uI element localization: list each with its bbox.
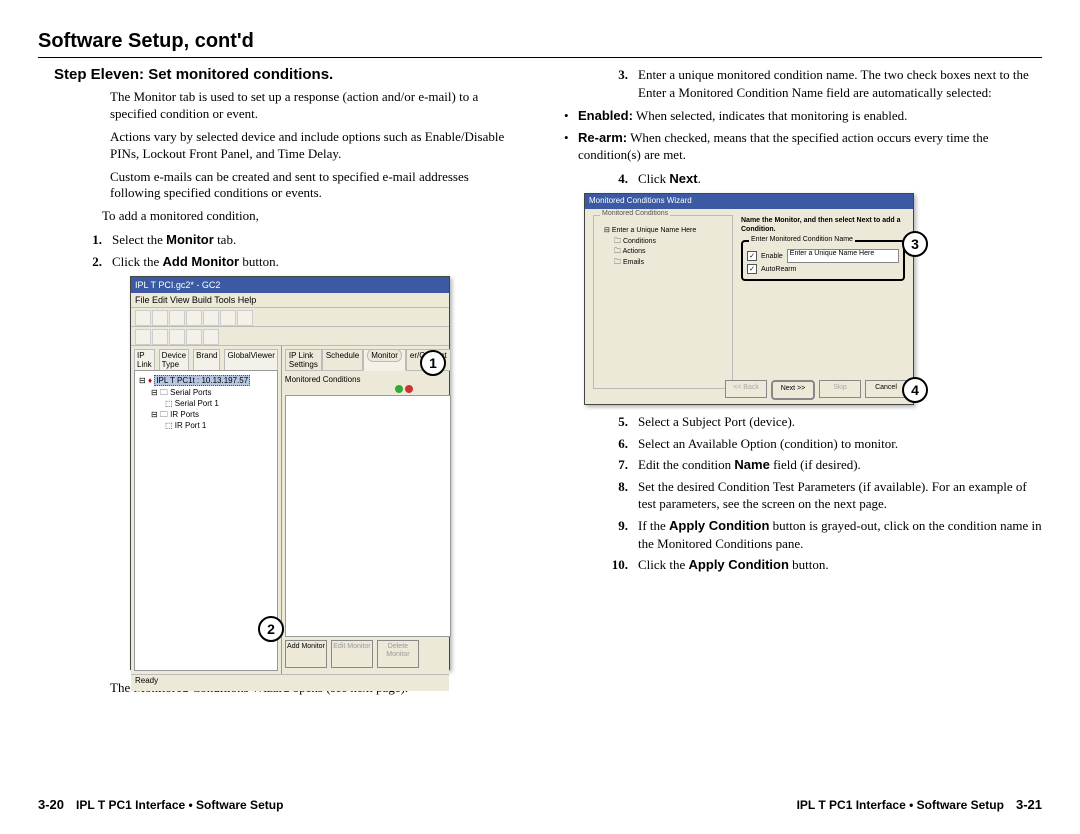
menu-bar: File Edit View Build Tools Help (131, 293, 449, 308)
list-item: 7.Edit the condition Name field (if desi… (564, 456, 1042, 474)
screenshot-1: IPL T PCI.gc2* - GC2 File Edit View Buil… (38, 276, 516, 670)
list-item: 4. Click Next. (564, 170, 1042, 188)
title-rule (38, 57, 1042, 58)
rearm-checkbox[interactable]: ✓ (747, 264, 757, 274)
skip-button: Skip (819, 380, 861, 398)
right-column: 3. Enter a unique monitored condition na… (564, 66, 1042, 703)
page-num-right: 3-21 (1016, 797, 1042, 812)
wizard-instruction: Name the Monitor, and then select Next t… (741, 217, 905, 234)
columns: Step Eleven: Set monitored conditions. T… (38, 66, 1042, 703)
left-list: 1. Select the Monitor tab. 2. Click the … (38, 231, 516, 270)
callout-3: 3 (902, 231, 928, 257)
name-input[interactable]: Enter a Unique Name Here (787, 249, 899, 263)
intro-p2: Actions vary by selected device and incl… (38, 129, 516, 163)
page-title: Software Setup, cont'd (38, 30, 1042, 53)
delete-monitor-button: Delete Monitor (377, 640, 419, 668)
edit-monitor-button: Edit Monitor (331, 640, 373, 668)
list-item: 8.Set the desired Condition Test Paramet… (564, 478, 1042, 513)
wizard-buttons: << Back Next >> Skip Cancel (725, 380, 907, 400)
intro-p1: The Monitor tab is used to set up a resp… (38, 89, 516, 123)
list-item: 1. Select the Monitor tab. (38, 231, 516, 249)
footer-text-right: IPL T PC1 Interface • Software Setup (797, 798, 1004, 812)
back-button: << Back (725, 380, 767, 398)
screenshot-2: Monitored Conditions Wizard Monitored Co… (564, 193, 1054, 405)
footer-text-left: IPL T PC1 Interface • Software Setup (76, 798, 283, 812)
name-field-group: Enter Monitored Condition Name ✓ Enable … (741, 240, 905, 281)
list-item: 2. Click the Add Monitor button. (38, 253, 516, 271)
device-tree: ⊟ ♦ IPL T PC1t : 10.13.197.57 ⊟ 🗀 Serial… (134, 370, 278, 671)
cancel-button[interactable]: Cancel (865, 380, 907, 398)
window-title: IPL T PCI.gc2* - GC2 (131, 277, 449, 293)
page-num-left: 3-20 (38, 797, 64, 812)
mc-pane (285, 395, 451, 637)
mc-label: Monitored Conditions (285, 373, 451, 395)
add-monitor-button[interactable]: Add Monitor (285, 640, 327, 668)
toolbar-2 (131, 327, 449, 346)
status-bar: Ready (131, 674, 449, 691)
list-item: 5.Select a Subject Port (device). (564, 413, 1042, 431)
right-list-4: 4. Click Next. (564, 170, 1042, 188)
wizard-tree: ⊟ Enter a Unique Name Here 🗀 Conditions … (598, 220, 728, 270)
toolbar (131, 308, 449, 327)
enable-checkbox[interactable]: ✓ (747, 251, 757, 261)
list-item: 3. Enter a unique monitored condition na… (564, 66, 1042, 101)
callout-4: 4 (902, 377, 928, 403)
intro-p4: To add a monitored condition, (38, 208, 516, 225)
page: Software Setup, cont'd Step Eleven: Set … (0, 0, 1080, 834)
right-list-top: 3. Enter a unique monitored condition na… (564, 66, 1042, 101)
footer: 3-20 IPL T PC1 Interface • Software Setu… (38, 797, 1042, 812)
bullet-list: •Enabled: When selected, indicates that … (564, 107, 1042, 164)
left-tabs: IP LinkDevice TypeBrandGlobalViewer (131, 346, 281, 370)
step-heading: Step Eleven: Set monitored conditions. (38, 66, 516, 83)
mc-buttons: Add Monitor Edit Monitor Delete Monitor (285, 637, 451, 671)
next-button[interactable]: Next >> (771, 380, 815, 400)
list-item: 9.If the Apply Condition button is graye… (564, 517, 1042, 552)
intro-p3: Custom e-mails can be created and sent t… (38, 169, 516, 203)
list-item: 10.Click the Apply Condition button. (564, 556, 1042, 574)
list-item: 6.Select an Available Option (condition)… (564, 435, 1042, 453)
wizard-title: Monitored Conditions Wizard (585, 194, 913, 209)
right-list-bottom: 5.Select a Subject Port (device). 6.Sele… (564, 413, 1042, 573)
left-column: Step Eleven: Set monitored conditions. T… (38, 66, 516, 703)
